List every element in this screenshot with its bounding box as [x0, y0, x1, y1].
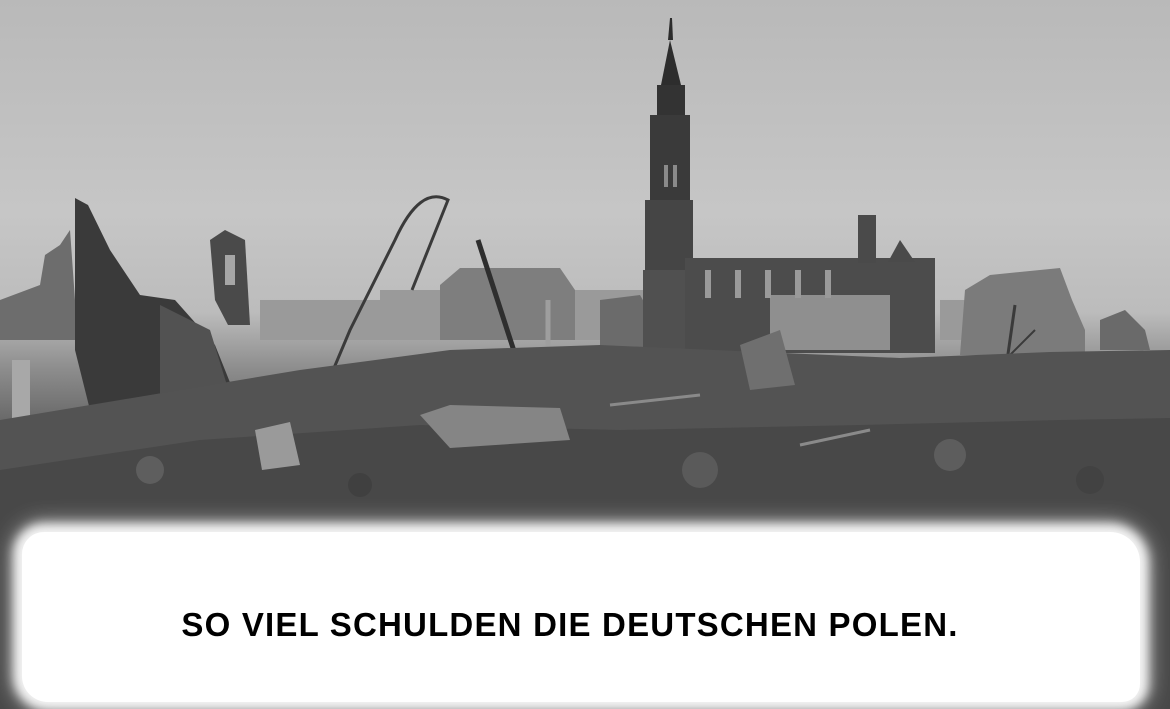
photo-scene: SO VIEL SCHULDEN DIE DEUTSCHEN POLEN.: [0, 0, 1170, 709]
caption-text: SO VIEL SCHULDEN DIE DEUTSCHEN POLEN.: [181, 606, 959, 643]
church-nave: [685, 215, 935, 353]
